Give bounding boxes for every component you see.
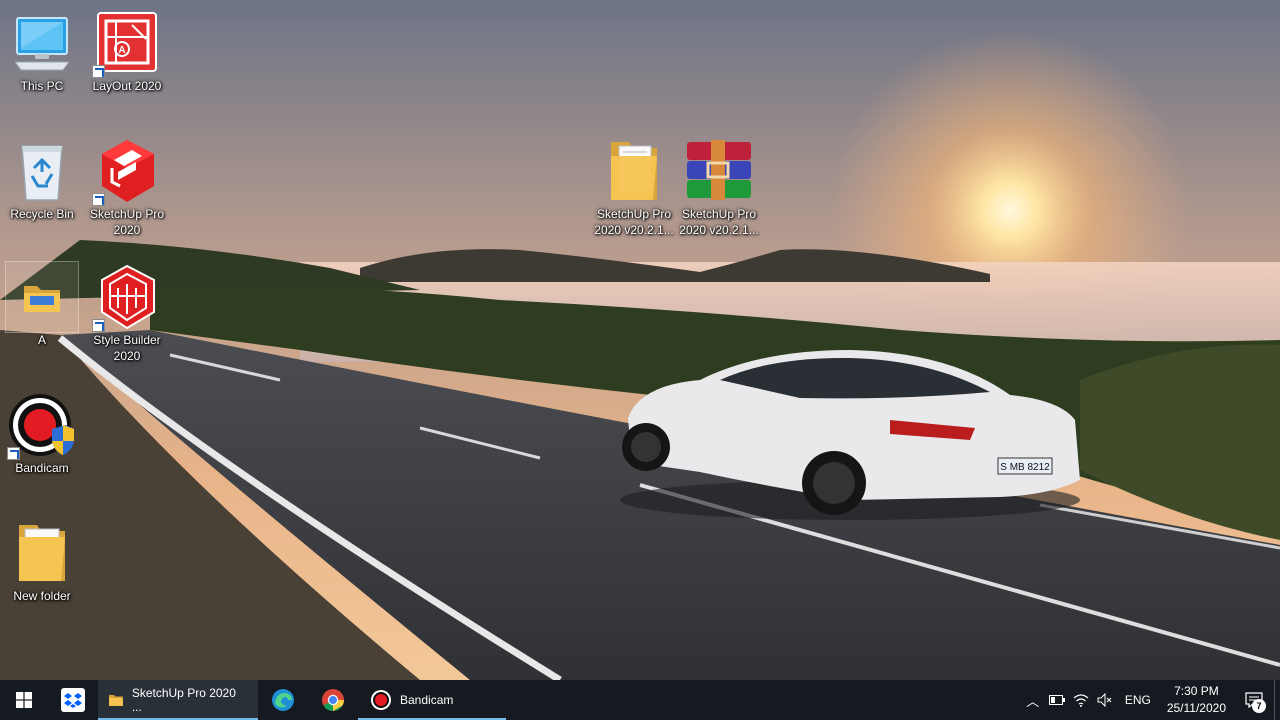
desktop-wallpaper: S MB 8212: [0, 0, 1280, 680]
folder-icon: [6, 518, 78, 588]
folder-icon: [598, 136, 670, 206]
desktop-icon-bandicam[interactable]: Bandicam: [0, 390, 84, 476]
volume-muted-icon: [1097, 693, 1112, 707]
tray-clock[interactable]: 7:30 PM 25/11/2020: [1159, 683, 1234, 717]
desktop-icon-this-pc[interactable]: This PC: [0, 8, 84, 94]
clock-date: 25/11/2020: [1166, 701, 1226, 715]
clock-time: 7:30 PM: [1174, 684, 1219, 698]
shortcut-arrow-icon: [7, 447, 20, 460]
tray-volume[interactable]: [1093, 680, 1117, 720]
dropbox-icon: [61, 688, 85, 712]
desktop-icon-sketchup-archive[interactable]: SketchUp Pro 2020 v20.2.1...: [677, 136, 761, 238]
task-label: Bandicam: [400, 693, 454, 707]
desktop-icon-label: This PC: [20, 79, 64, 93]
taskbar-edge[interactable]: [258, 680, 308, 720]
folder-icon: [108, 695, 123, 706]
computer-icon: [6, 8, 78, 78]
wifi-icon: [1073, 694, 1089, 707]
winrar-archive-icon: [683, 136, 755, 206]
svg-text:S MB 8212: S MB 8212: [1000, 462, 1050, 473]
task-label: SketchUp Pro 2020 ...: [131, 686, 236, 714]
folder-icon: [5, 261, 79, 333]
battery-icon: [1048, 695, 1065, 705]
recycle-bin-icon: [6, 136, 78, 206]
desktop-icon-label: LayOut 2020: [92, 79, 162, 93]
taskbar-explorer-window[interactable]: SketchUp Pro 2020 ...: [98, 680, 258, 720]
tray-language[interactable]: ENG: [1117, 680, 1159, 720]
sketchup-app-icon: [91, 136, 163, 206]
system-tray: ︿ ENG 7:30 PM 25/11/2020 7: [1021, 680, 1280, 720]
desktop-icon-a-folder[interactable]: A: [0, 261, 84, 348]
desktop-icon-layout-2020[interactable]: A LayOut 2020: [85, 8, 169, 94]
svg-text:A: A: [118, 45, 125, 56]
desktop-icon-label: New folder: [13, 589, 71, 603]
shortcut-arrow-icon: [92, 193, 105, 206]
shortcut-arrow-icon: [92, 65, 105, 78]
show-desktop-button[interactable]: [1274, 680, 1280, 720]
desktop-icon-label: A: [37, 333, 46, 347]
taskbar-dropbox[interactable]: [48, 680, 98, 720]
tray-network[interactable]: [1069, 680, 1093, 720]
desktop-icon-label: SketchUp Pro 2020 v20.2.1...: [679, 207, 759, 237]
tray-battery[interactable]: [1045, 680, 1069, 720]
start-button[interactable]: [0, 680, 48, 720]
chevron-up-icon: ︿: [1026, 693, 1040, 709]
desktop-icon-label: Style Builder 2020: [93, 333, 161, 363]
bandicam-app-icon: [6, 390, 78, 460]
taskbar-bandicam[interactable]: Bandicam: [358, 680, 506, 720]
notification-badge: 7: [1252, 699, 1266, 713]
bandicam-record-icon: [371, 690, 391, 710]
edge-icon: [272, 689, 294, 711]
shortcut-arrow-icon: [92, 319, 105, 332]
desktop-icon-label: Recycle Bin: [10, 207, 74, 221]
taskbar: SketchUp Pro 2020 ... Bandicam ︿ ENG 7:3…: [0, 680, 1280, 720]
style-builder-app-icon: [91, 262, 163, 332]
desktop-icon-sketchup-folder[interactable]: SketchUp Pro 2020 v20.2.1...: [592, 136, 676, 238]
desktop-icon-label: SketchUp Pro 2020: [89, 207, 165, 237]
desktop-icon-label: SketchUp Pro 2020 v20.2.1...: [594, 207, 674, 237]
desktop-icon-label: Bandicam: [15, 461, 69, 475]
desktop-icon-new-folder[interactable]: New folder: [0, 518, 84, 604]
taskbar-chrome[interactable]: [308, 680, 358, 720]
layout-app-icon: A: [91, 8, 163, 78]
action-center-button[interactable]: 7: [1234, 680, 1274, 720]
desktop-icon-style-builder-2020[interactable]: Style Builder 2020: [85, 262, 169, 364]
desktop-icon-recycle-bin[interactable]: Recycle Bin: [0, 136, 84, 222]
desktop-icon-sketchup-pro-2020[interactable]: SketchUp Pro 2020: [85, 136, 169, 238]
chrome-icon: [322, 689, 344, 711]
tray-overflow-button[interactable]: ︿: [1021, 680, 1045, 720]
windows-start-icon: [16, 692, 32, 708]
